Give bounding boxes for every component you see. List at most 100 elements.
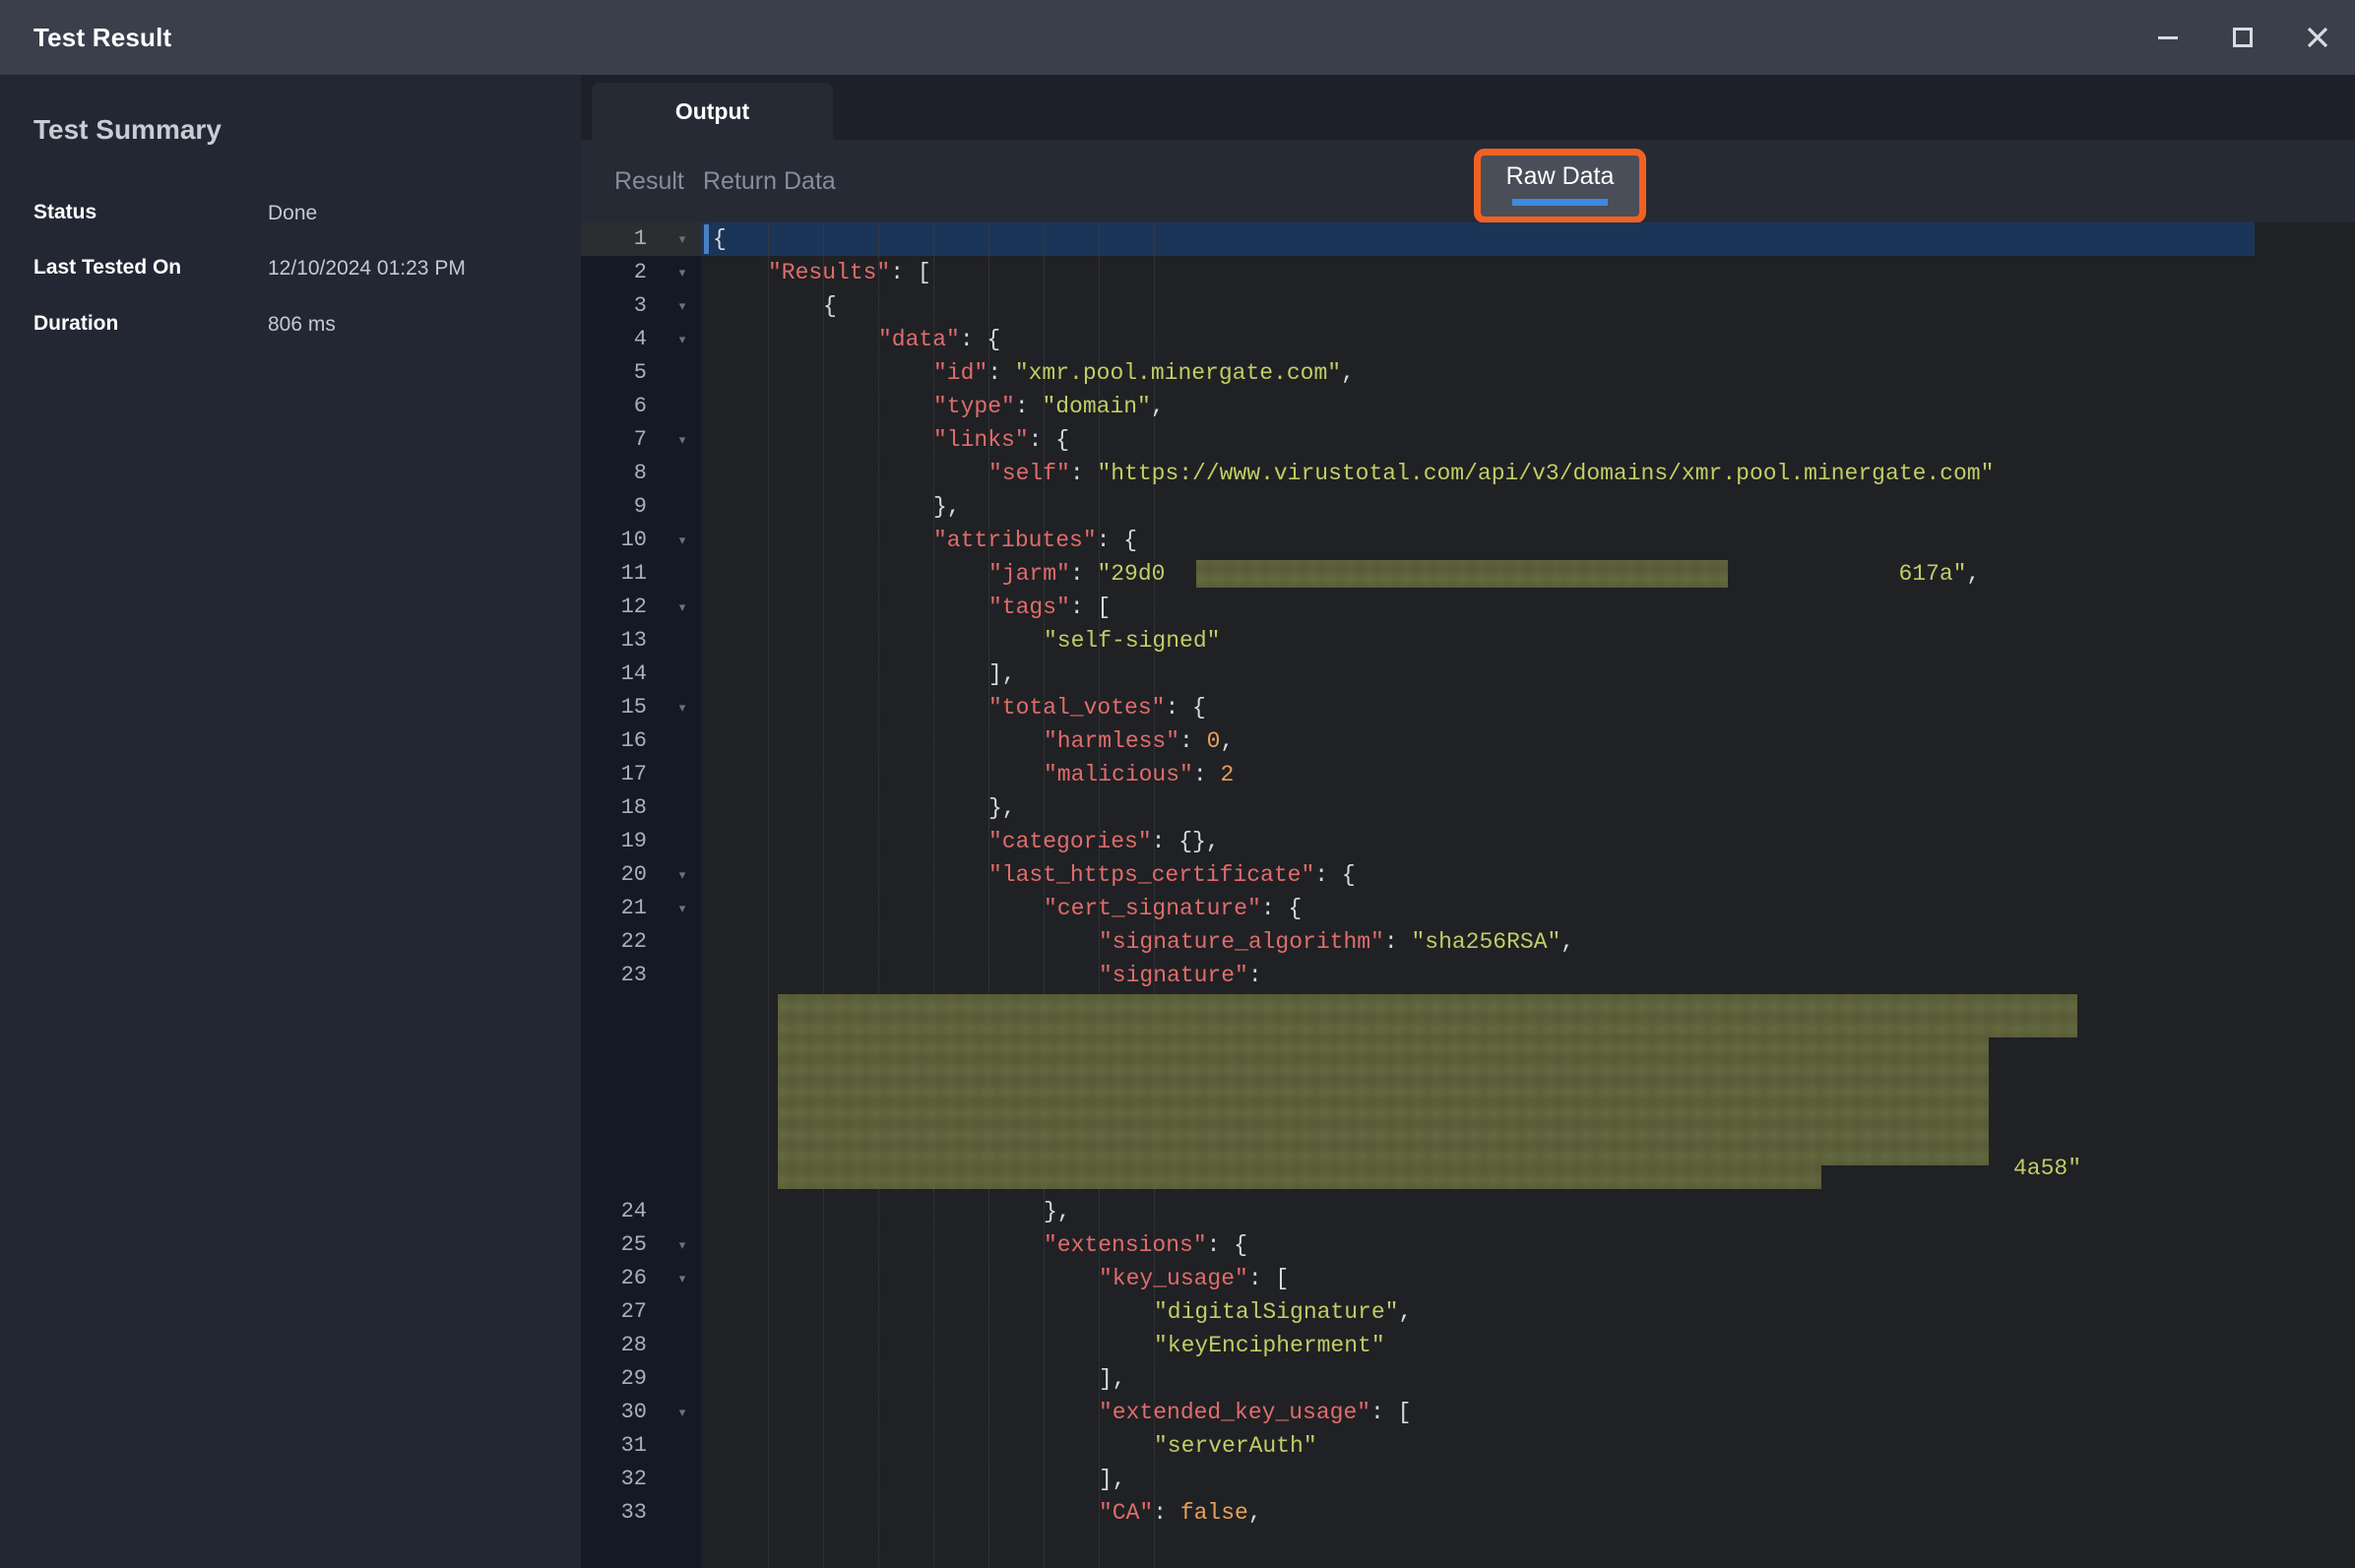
code-token-p: : xyxy=(987,360,1015,386)
code-token-p: , xyxy=(1248,1500,1262,1526)
fold-toggle-icon[interactable]: ▾ xyxy=(671,423,693,457)
code-line: "keyEncipherment" xyxy=(1154,1329,1385,1362)
fold-toggle-icon[interactable]: ▾ xyxy=(671,289,693,323)
line-number: 15 xyxy=(581,691,647,724)
code-token-k: "attributes" xyxy=(933,528,1097,553)
indent-guide xyxy=(823,222,824,1568)
code-line: "attributes": { xyxy=(933,524,1137,557)
indent-guide xyxy=(878,222,879,1568)
raw-data-code-editor[interactable]: 1▾{2▾"Results": [3▾{4▾"data": {5"id": "x… xyxy=(581,222,2355,1568)
code-token-k: "CA" xyxy=(1099,1500,1153,1526)
tab-return-data[interactable]: Return Data xyxy=(703,140,836,222)
tab-output[interactable]: Output xyxy=(592,83,833,140)
code-line: ], xyxy=(988,658,1016,691)
line-number: 3 xyxy=(581,289,647,323)
minimize-button[interactable] xyxy=(2131,0,2205,75)
line-number: 22 xyxy=(581,925,647,959)
fold-toggle-icon[interactable]: ▾ xyxy=(671,591,693,624)
tab-raw-data[interactable]: Raw Data xyxy=(1481,156,1639,217)
fold-toggle-icon[interactable]: ▾ xyxy=(671,1262,693,1295)
code-token-k: "signature_algorithm" xyxy=(1099,929,1384,955)
code-token-p: { xyxy=(713,226,727,252)
line-number: 30 xyxy=(581,1396,647,1429)
code-token-s: "keyEncipherment" xyxy=(1154,1333,1385,1358)
code-token-s: "29d0 xyxy=(1097,561,1165,587)
tab-result-label: Result xyxy=(614,167,684,196)
status-value: Done xyxy=(268,202,317,225)
code-token-s: "sha256RSA" xyxy=(1411,929,1560,955)
code-line: "tags": [ xyxy=(988,591,1111,624)
fold-toggle-icon[interactable]: ▾ xyxy=(671,524,693,557)
code-token-p: : xyxy=(1153,1500,1180,1526)
code-token-n: 2 xyxy=(1220,762,1234,787)
close-button[interactable] xyxy=(2280,0,2355,75)
code-token-k: "data" xyxy=(878,327,960,352)
code-token-k: "tags" xyxy=(988,595,1070,620)
last-tested-on-label: Last Tested On xyxy=(33,256,181,280)
tab-result[interactable]: Result xyxy=(614,140,684,222)
code-token-p: : { xyxy=(1165,695,1205,721)
line-number: 21 xyxy=(581,892,647,925)
code-token-k: "extended_key_usage" xyxy=(1099,1400,1370,1425)
code-token-p: : { xyxy=(1314,862,1355,888)
line-number: 16 xyxy=(581,724,647,758)
line-number: 9 xyxy=(581,490,647,524)
fold-toggle-icon[interactable]: ▾ xyxy=(671,1228,693,1262)
line-number: 5 xyxy=(581,356,647,390)
code-token-p: ], xyxy=(1099,1467,1126,1492)
code-token-p: : xyxy=(1179,728,1207,754)
fold-toggle-icon[interactable]: ▾ xyxy=(671,691,693,724)
code-line: { xyxy=(823,289,837,323)
line-number: 13 xyxy=(581,624,647,658)
fold-toggle-icon[interactable]: ▾ xyxy=(671,858,693,892)
duration-label: Duration xyxy=(33,312,118,336)
fold-toggle-icon[interactable]: ▾ xyxy=(671,256,693,289)
code-token-p: : xyxy=(1070,461,1098,486)
redacted-signature-block xyxy=(778,1035,1989,1165)
code-token-p: : { xyxy=(1097,528,1137,553)
code-token-p: : { xyxy=(1029,427,1069,453)
code-line: "links": { xyxy=(933,423,1069,457)
maximize-button[interactable] xyxy=(2205,0,2280,75)
redacted-signature-block xyxy=(778,1165,1821,1189)
window-title-bar: Test Result xyxy=(0,0,2355,75)
signature-suffix: 4a58" xyxy=(2013,1152,2081,1185)
code-line: "self": "https://www.virustotal.com/api/… xyxy=(988,457,1994,490)
code-token-p: }, xyxy=(1044,1199,1071,1224)
fold-toggle-icon[interactable]: ▾ xyxy=(671,323,693,356)
code-token-p: ], xyxy=(1099,1366,1126,1392)
fold-toggle-icon[interactable]: ▾ xyxy=(671,1396,693,1429)
line-number: 27 xyxy=(581,1295,647,1329)
code-token-k: "signature" xyxy=(1099,963,1248,988)
code-line: "total_votes": { xyxy=(988,691,1206,724)
code-line: "self-signed" xyxy=(1044,624,1220,658)
code-line: "harmless": 0, xyxy=(1044,724,1234,758)
line-number: 1 xyxy=(581,222,647,256)
code-line: "last_https_certificate": { xyxy=(988,858,1356,892)
line-number: 33 xyxy=(581,1496,647,1530)
duration-value: 806 ms xyxy=(268,313,336,337)
line-number: 24 xyxy=(581,1195,647,1228)
code-token-p: : [ xyxy=(890,260,930,285)
line-number: 20 xyxy=(581,858,647,892)
line-number: 19 xyxy=(581,825,647,858)
fold-toggle-icon[interactable]: ▾ xyxy=(671,222,693,256)
minimize-icon xyxy=(2154,24,2182,51)
code-line: "digitalSignature", xyxy=(1154,1295,1412,1329)
text-caret xyxy=(704,224,709,254)
code-token-k: "type" xyxy=(933,394,1015,419)
line-number: 11 xyxy=(581,557,647,591)
code-token-p: , xyxy=(1220,728,1234,754)
code-token-p: , xyxy=(1966,561,1980,587)
code-token-s: "self-signed" xyxy=(1044,628,1220,654)
code-token-k: "jarm" xyxy=(988,561,1070,587)
tab-raw-data-highlight-box: Raw Data xyxy=(1474,149,1646,223)
code-token-p: : [ xyxy=(1070,595,1111,620)
code-token-k: "links" xyxy=(933,427,1029,453)
line-number: 2 xyxy=(581,256,647,289)
close-icon xyxy=(2304,24,2331,51)
code-line: "extensions": { xyxy=(1044,1228,1247,1262)
code-token-k: "key_usage" xyxy=(1099,1266,1248,1291)
fold-toggle-icon[interactable]: ▾ xyxy=(671,892,693,925)
code-token-s: "digitalSignature" xyxy=(1154,1299,1398,1325)
